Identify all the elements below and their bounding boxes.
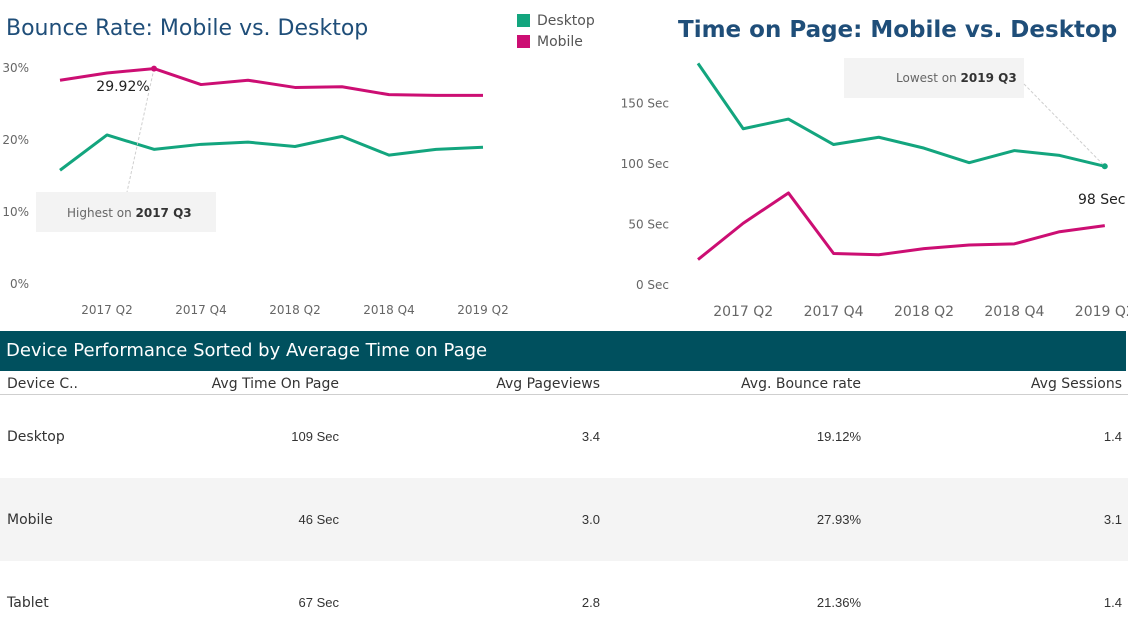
cell-pageviews: 2.8 bbox=[581, 595, 600, 610]
cell-time: 109 Sec bbox=[291, 429, 339, 444]
y-tick-label-50-sec: 50 Sec bbox=[628, 217, 669, 231]
table-row[interactable]: Desktop 109 Sec 3.4 19.12% 1.4 bbox=[0, 395, 1128, 478]
x-tick-label-2018-q4: 2018 Q4 bbox=[984, 304, 1044, 320]
table-header-row: Device C.. Avg Time On Page Avg Pageview… bbox=[0, 371, 1128, 395]
cell-device: Desktop bbox=[7, 428, 65, 445]
cell-bounce: 19.12% bbox=[816, 429, 861, 444]
cell-bounce: 21.36% bbox=[816, 595, 861, 610]
table-row[interactable]: Mobile 46 Sec 3.0 27.93% 3.1 bbox=[0, 478, 1128, 561]
x-tick-label-2017-q4: 2017 Q4 bbox=[804, 304, 864, 320]
x-tick-label-2019-q2: 2019 Q2 bbox=[1075, 304, 1128, 320]
table-row[interactable]: Tablet 67 Sec 2.8 21.36% 1.4 bbox=[0, 561, 1128, 644]
cell-sessions: 1.4 bbox=[1103, 595, 1122, 610]
y-tick-label-0-sec: 0 Sec bbox=[636, 278, 669, 292]
y-tick-label-150-sec: 150 Sec bbox=[621, 96, 669, 110]
cell-device: Tablet bbox=[7, 594, 49, 611]
end-value-label: 98 Sec bbox=[1078, 192, 1125, 208]
col-header-bounce[interactable]: Avg. Bounce rate bbox=[600, 371, 861, 394]
col-header-device[interactable]: Device C.. bbox=[0, 371, 180, 394]
col-header-time[interactable]: Avg Time On Page bbox=[180, 371, 339, 394]
table-section-header: Device Performance Sorted by Average Tim… bbox=[0, 331, 1126, 371]
cell-bounce: 27.93% bbox=[816, 512, 861, 527]
cell-time: 46 Sec bbox=[298, 512, 339, 527]
series-line-mobile bbox=[697, 191, 1105, 261]
device-performance-table: Device C.. Avg Time On Page Avg Pageview… bbox=[0, 371, 1128, 644]
x-tick-label-2017-q2: 2017 Q2 bbox=[713, 304, 773, 320]
time-on-page-chart: 0 Sec 50 Sec 100 Sec 150 Sec 2017 Q2 2017 Q4 2… bbox=[621, 58, 1128, 320]
cell-sessions: 3.1 bbox=[1103, 512, 1122, 527]
y-tick-label-100-sec: 100 Sec bbox=[621, 157, 669, 171]
low-point bbox=[1101, 163, 1108, 170]
cell-pageviews: 3.4 bbox=[581, 429, 600, 444]
col-header-sessions[interactable]: Avg Sessions bbox=[861, 371, 1122, 394]
cell-time: 67 Sec bbox=[298, 595, 339, 610]
col-header-pageviews[interactable]: Avg Pageviews bbox=[339, 371, 600, 394]
callout-text: Lowest on 2019 Q3 bbox=[896, 71, 1017, 85]
cell-pageviews: 3.0 bbox=[581, 512, 600, 527]
cell-sessions: 1.4 bbox=[1103, 429, 1122, 444]
cell-device: Mobile bbox=[7, 511, 53, 528]
x-tick-label-2018-q2: 2018 Q2 bbox=[894, 304, 954, 320]
